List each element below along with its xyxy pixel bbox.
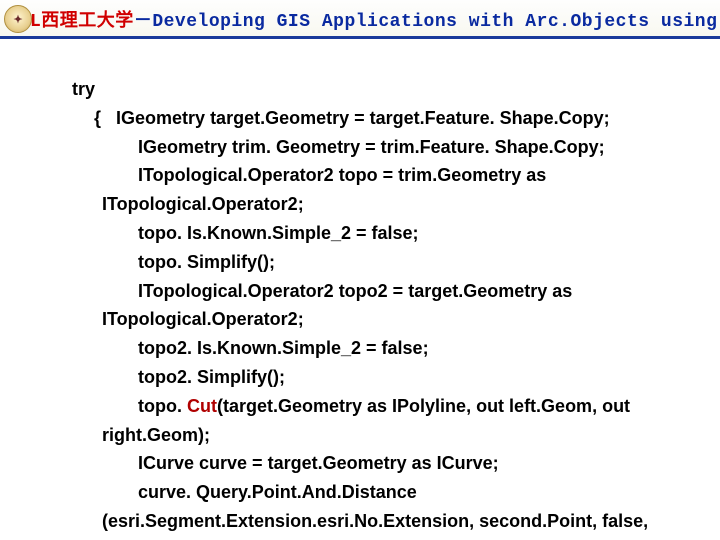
code-content: try { IGeometry target.Geometry = target… <box>0 39 720 536</box>
code-line: ITopological.Operator2; <box>102 305 712 334</box>
code-text: ITopological.Operator2 topo2 = target.Ge… <box>138 281 572 301</box>
code-line: topo2. Simplify(); <box>102 363 712 392</box>
code-line: topo. Simplify(); <box>102 248 712 277</box>
code-text: ITopological.Operator2; <box>102 309 304 329</box>
course-title: Developing GIS Applications with Arc.Obj… <box>152 12 720 32</box>
separator: － <box>134 12 153 32</box>
code-line: ICurve curve = target.Geometry as ICurve… <box>102 449 712 478</box>
code-line: IGeometry trim. Geometry = trim.Feature.… <box>102 133 712 162</box>
header-title: L西理工大学－Developing GIS Applications with … <box>30 6 720 32</box>
code-text: (target.Geometry as IPolyline, out left.… <box>217 396 630 416</box>
code-line: topo. Cut(target.Geometry as IPolyline, … <box>102 392 712 421</box>
code-text: IGeometry target.Geometry = target.Featu… <box>116 108 610 128</box>
code-line: { IGeometry target.Geometry = target.Fea… <box>116 104 712 133</box>
code-line: (esri.Segment.Extension.esri.No.Extensio… <box>102 507 712 536</box>
code-text: (esri.Segment.Extension.esri.No.Extensio… <box>102 511 648 531</box>
header-bar: ✦ L西理工大学－Developing GIS Applications wit… <box>0 0 720 39</box>
code-text: topo. Is.Known.Simple_2 = false; <box>138 223 419 243</box>
code-text: curve. Query.Point.And.Distance <box>138 482 417 502</box>
code-text: ICurve curve = target.Geometry as ICurve… <box>138 453 499 473</box>
university-name: L西理工大学 <box>30 12 134 32</box>
code-line: topo2. Is.Known.Simple_2 = false; <box>102 334 712 363</box>
code-line: right.Geom); <box>102 421 712 450</box>
code-text: ITopological.Operator2 topo = trim.Geome… <box>138 165 546 185</box>
code-text: topo2. Simplify(); <box>138 367 285 387</box>
code-text: topo2. Is.Known.Simple_2 = false; <box>138 338 429 358</box>
university-logo: ✦ <box>4 5 32 33</box>
open-brace: { <box>94 108 101 128</box>
code-line: topo. Is.Known.Simple_2 = false; <box>102 219 712 248</box>
cut-method: Cut <box>187 396 217 416</box>
code-line: curve. Query.Point.And.Distance <box>102 478 712 507</box>
code-text: IGeometry trim. Geometry = trim.Feature.… <box>138 137 605 157</box>
code-line: try <box>72 75 712 104</box>
code-text: topo. <box>138 396 187 416</box>
code-text: topo. Simplify(); <box>138 252 275 272</box>
try-keyword: try <box>72 79 95 99</box>
code-line: ITopological.Operator2; <box>102 190 712 219</box>
code-line: ITopological.Operator2 topo2 = target.Ge… <box>102 277 712 306</box>
code-text: right.Geom); <box>102 425 210 445</box>
code-line: ITopological.Operator2 topo = trim.Geome… <box>102 161 712 190</box>
code-text: ITopological.Operator2; <box>102 194 304 214</box>
